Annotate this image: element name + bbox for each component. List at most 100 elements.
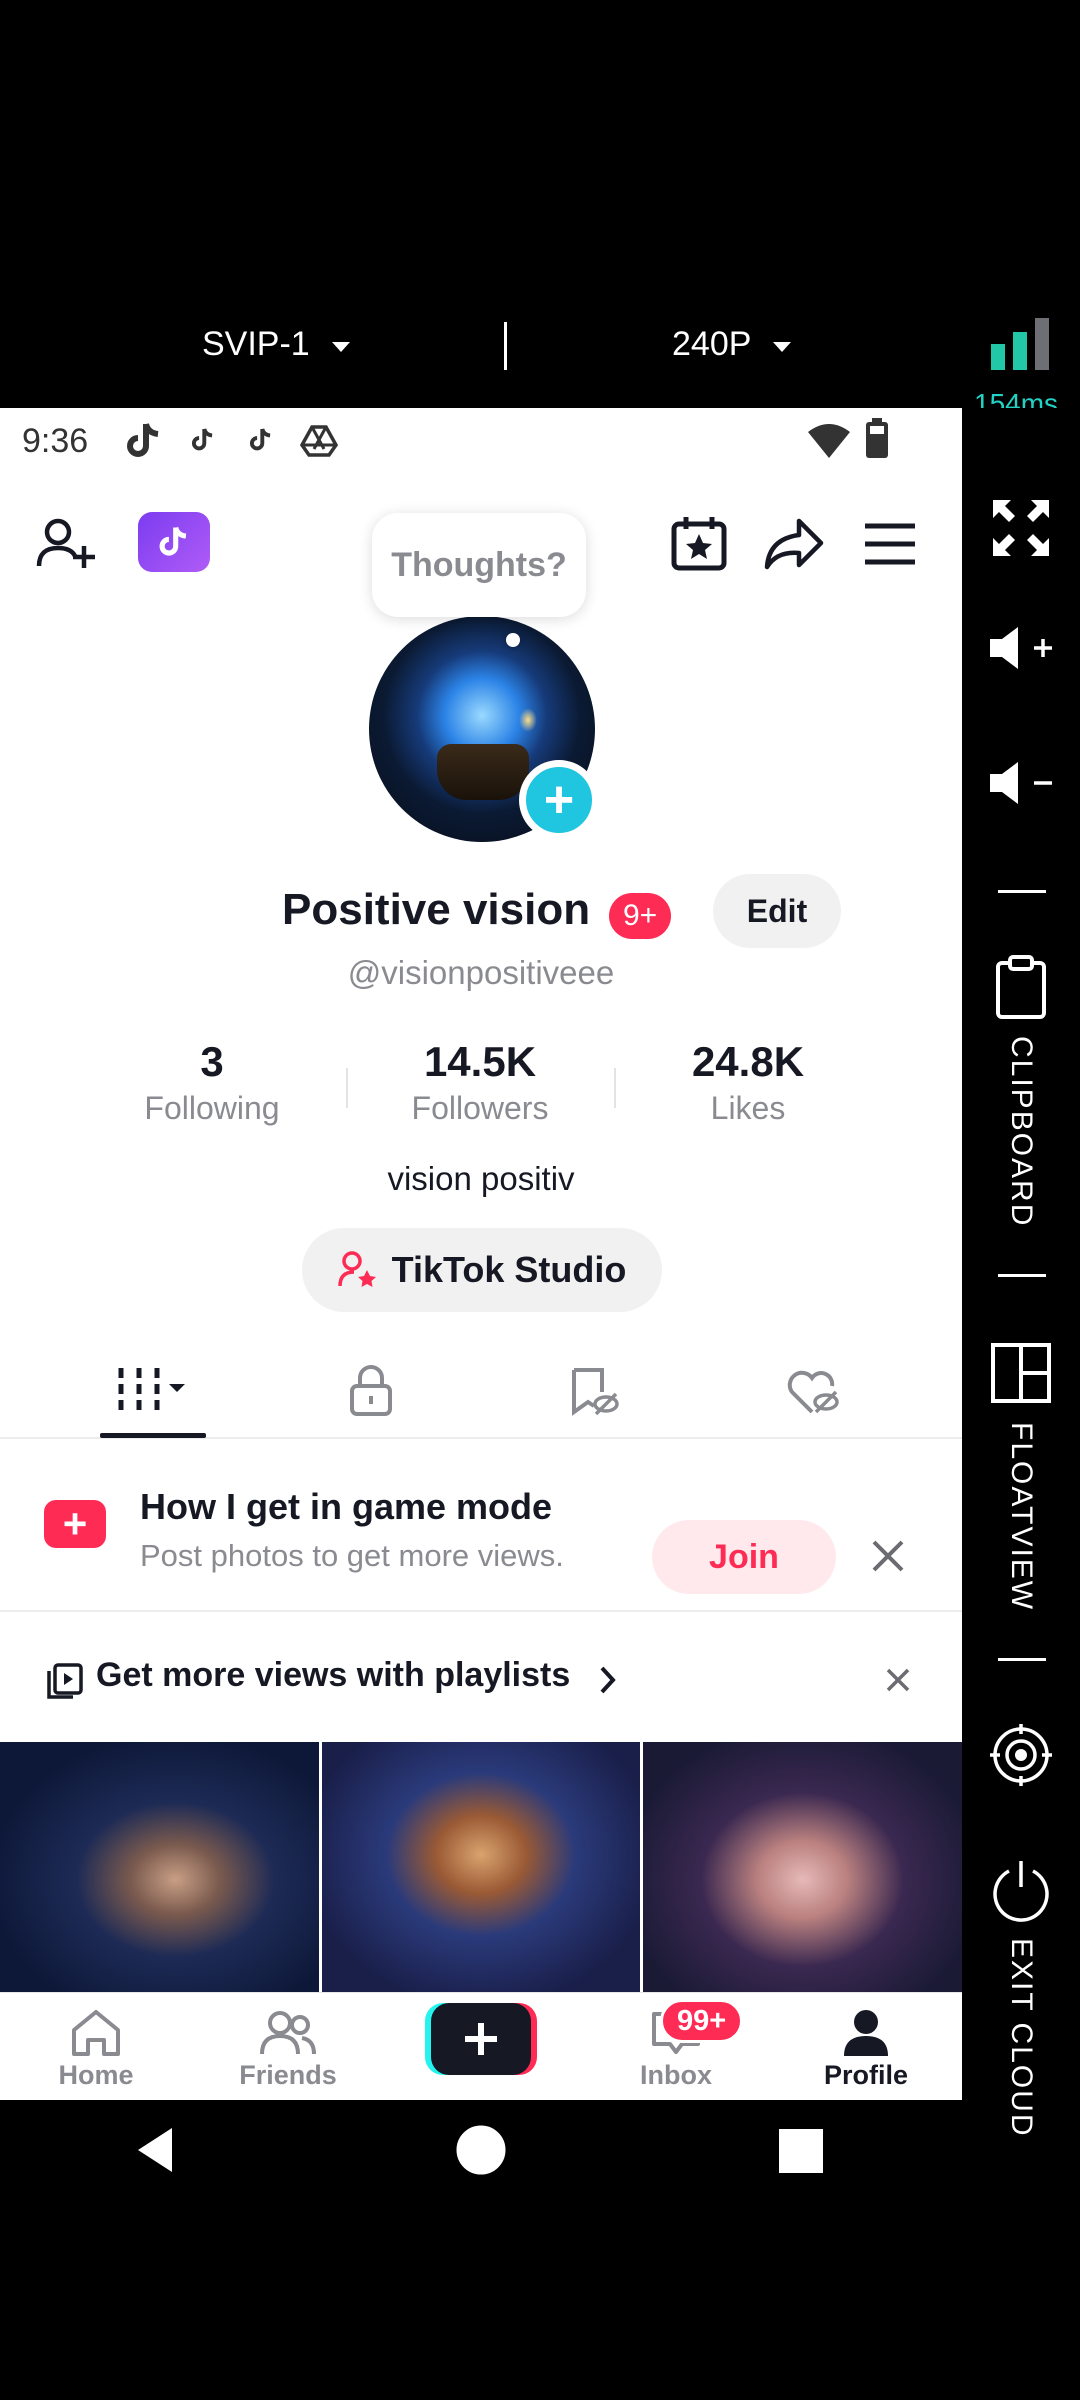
notification-badge: 9+ [609, 893, 672, 939]
fullscreen-button[interactable] [962, 490, 1080, 566]
tab-liked[interactable] [738, 1343, 888, 1439]
nav-profile-label: Profile [823, 2060, 909, 2090]
back-icon[interactable] [136, 2126, 176, 2174]
side-divider [998, 1658, 1046, 1661]
chevron-down-icon [331, 341, 350, 352]
stat-divider [346, 1068, 348, 1108]
profile-handle: @visionpositiveee [347, 954, 615, 991]
join-button[interactable]: Join [652, 1520, 836, 1594]
cloud-top-bar: SVIP-1 240P 154ms [0, 0, 1080, 419]
stat-divider [614, 1068, 616, 1108]
nav-profile[interactable]: Profile [786, 1993, 946, 2100]
video-thumbnail[interactable] [643, 1742, 962, 1992]
share-profile-button[interactable] [762, 512, 826, 574]
resolution-dropdown[interactable]: 240P [672, 325, 792, 364]
exit-cloud-label[interactable]: EXIT CLOUD [1004, 1938, 1038, 2138]
tiktok-studio-label: TikTok Studio [391, 1249, 627, 1290]
status-time: 9:36 [22, 422, 89, 460]
share-arrow-icon [764, 518, 824, 570]
thoughts-bubble[interactable]: Thoughts? [372, 513, 586, 617]
video-thumbnail[interactable] [0, 1742, 319, 1992]
tab-videos[interactable] [78, 1343, 228, 1439]
tab-saved[interactable] [518, 1343, 668, 1439]
thoughts-label: Thoughts? [391, 545, 567, 584]
inbox-badge: 99+ [660, 1999, 744, 2043]
candle-glow [519, 708, 537, 732]
close-icon[interactable] [864, 1532, 912, 1580]
expand-arrows-icon [993, 500, 1049, 556]
stat-value: 14.5K [423, 1038, 537, 1085]
tiktok-studio-button[interactable]: TikTok Studio [302, 1228, 662, 1312]
creator-star-icon [337, 1251, 376, 1287]
tiktok-notification-icon [191, 428, 213, 451]
volume-up-button[interactable] [962, 618, 1080, 678]
status-bar: 9:36 [0, 408, 962, 474]
cloud-side-panel: CLIPBOARD FLOATVIEW EXIT CLOUD [962, 408, 1080, 2400]
video-grid [0, 1742, 962, 1992]
add-friend-button[interactable] [36, 514, 98, 576]
friends-icon [258, 2006, 318, 2060]
quality-tier-label: SVIP-1 [202, 325, 310, 363]
edit-profile-button[interactable]: Edit [713, 874, 841, 948]
side-divider [998, 1274, 1046, 1277]
heart-hidden-icon [787, 1370, 839, 1414]
playlist-icon [47, 1663, 83, 1699]
floatview-button[interactable] [962, 1342, 1080, 1404]
side-divider [998, 890, 1046, 893]
add-story-button[interactable]: + [519, 760, 599, 840]
tiktok-notification-icon [127, 423, 159, 457]
add-user-icon [36, 518, 95, 568]
active-tab-indicator [100, 1433, 206, 1438]
stat-followers[interactable]: 14.5K Followers [370, 1038, 590, 1127]
exit-cloud-button[interactable] [962, 1858, 1080, 1924]
lock-icon [350, 1365, 392, 1416]
clipboard-label[interactable]: CLIPBOARD [1004, 1036, 1038, 1227]
locate-button[interactable] [962, 1724, 1080, 1786]
profile-bio: vision positiv [387, 1160, 575, 1197]
profile-name: Positive vision [282, 885, 591, 934]
promo-title: How I get in game mode [140, 1486, 553, 1527]
drive-icon [300, 425, 338, 457]
recents-icon[interactable] [778, 2128, 824, 2174]
wifi-icon [808, 424, 850, 458]
calendar-star-icon [671, 517, 727, 571]
resolution-label: 240P [672, 325, 752, 363]
quality-tier-dropdown[interactable]: SVIP-1 [202, 325, 350, 364]
target-icon [990, 1724, 1052, 1786]
crystal-ball-base [437, 744, 529, 800]
menu-button[interactable] [862, 516, 918, 572]
floatview-label[interactable]: FLOATVIEW [1004, 1422, 1038, 1611]
videos-grid-filter-icon [118, 1368, 185, 1414]
playlist-banner[interactable]: Get more views with playlists [0, 1612, 962, 1742]
nav-home-label: Home [58, 2060, 134, 2090]
clipboard-icon [996, 955, 1046, 1019]
stat-value: 3 [200, 1038, 224, 1085]
tiktok-notification-icon [249, 428, 271, 451]
floatview-icon [991, 1343, 1051, 1403]
home-circle-icon[interactable] [455, 2124, 507, 2176]
create-post-button[interactable] [425, 2003, 537, 2075]
nav-home[interactable]: Home [16, 1993, 176, 2100]
home-icon [66, 2006, 126, 2060]
stat-label: Followers [411, 1090, 549, 1126]
nav-friends-label: Friends [239, 2060, 337, 2090]
video-thumbnail[interactable] [321, 1742, 641, 1992]
close-icon[interactable] [880, 1662, 916, 1698]
volume-down-button[interactable] [962, 753, 1080, 813]
tiktok-pro-badge-button[interactable] [138, 512, 210, 572]
divider [504, 322, 507, 370]
chevron-right-icon [600, 1666, 616, 1694]
calendar-button[interactable] [668, 512, 730, 574]
phone-screen: 9:36 Thoughts? + Positive vision 9+ Edit… [0, 408, 962, 2100]
bookmark-hidden-icon [572, 1368, 619, 1416]
stat-likes[interactable]: 24.8K Likes [638, 1038, 858, 1127]
tab-private[interactable] [296, 1343, 446, 1439]
nav-friends[interactable]: Friends [208, 1993, 368, 2100]
thoughts-bubble-tail [506, 633, 520, 647]
nav-inbox-label: Inbox [640, 2060, 712, 2090]
stat-following[interactable]: 3 Following [102, 1038, 322, 1127]
power-icon [993, 1861, 1049, 1922]
signal-strength-icon [991, 318, 1049, 370]
clipboard-button[interactable] [962, 955, 1080, 1019]
tiktok-logo-icon [159, 526, 187, 556]
